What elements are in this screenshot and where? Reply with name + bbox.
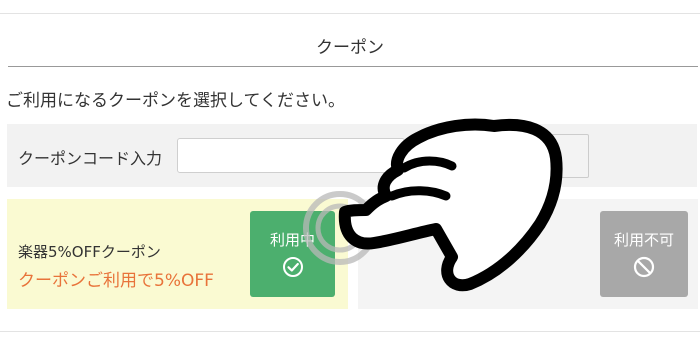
coupon-code-panel: クーポンコード入力: [7, 124, 697, 187]
in-use-button-label: 利用中: [269, 231, 315, 249]
instruction-text: ご利用になるクーポンを選択してください。: [6, 91, 345, 111]
coupon-code-input[interactable]: [177, 138, 405, 173]
prohibited-icon: [633, 256, 655, 278]
coupon-name: 楽器5%OFFクーポン: [18, 243, 161, 261]
title-divider: [8, 66, 698, 67]
coupon-card-unavailable: 利用不可: [358, 199, 698, 309]
coupon-description: クーポンご利用で5%OFF: [18, 271, 214, 291]
page-title: クーポン: [316, 38, 384, 58]
unavailable-button-label: 利用不可: [613, 231, 674, 249]
coupon-code-label: クーポンコード入力: [18, 149, 163, 168]
bottom-divider: [0, 331, 700, 332]
check-circle-icon: [282, 257, 303, 277]
coupon-code-apply-button[interactable]: [527, 134, 589, 178]
in-use-button[interactable]: 利用中: [250, 211, 335, 297]
unavailable-button: 利用不可: [600, 211, 688, 297]
top-divider: [0, 13, 700, 14]
coupon-card-selected[interactable]: 楽器5%OFFクーポン クーポンご利用で5%OFF 利用中: [7, 199, 348, 309]
